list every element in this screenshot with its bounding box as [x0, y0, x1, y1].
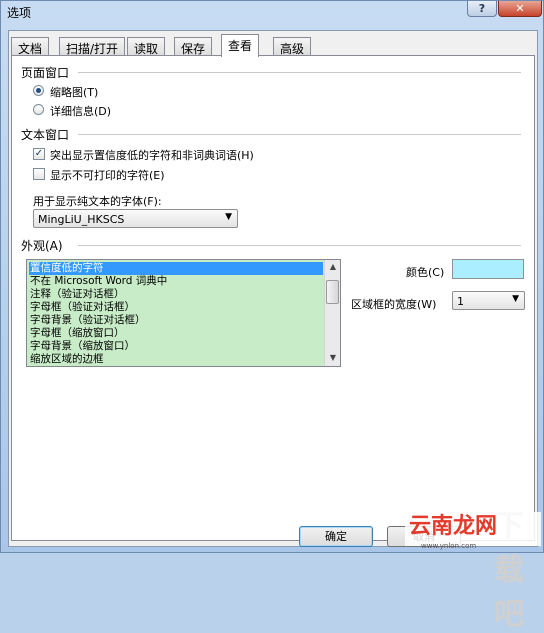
font-label: 用于显示纯文本的字体(F): [33, 195, 162, 208]
dialog-client-area: 文档 扫描/打开 读取 保存 查看 高级 页面窗口 缩略图(T) 详细信息(D)… [8, 30, 538, 632]
show-nonprintable-label[interactable]: 显示不可打印的字符(E) [50, 167, 165, 183]
dialog-title: 选项 [7, 6, 32, 20]
color-swatch-button[interactable] [452, 259, 524, 279]
list-item[interactable]: 字母框（缩放窗口） [29, 327, 323, 340]
help-icon: ? [478, 2, 486, 15]
site-watermark: 云南龙网 [405, 512, 541, 546]
ok-button[interactable]: 确定 [299, 526, 373, 547]
tab-save[interactable]: 保存 [174, 37, 213, 56]
highlight-low-confidence-checkbox[interactable]: ✓ [33, 148, 45, 160]
scroll-down-icon[interactable]: ▼ [326, 351, 340, 365]
border-width-value: 1 [457, 295, 464, 308]
list-item[interactable]: 缩放区域的边框 [29, 353, 323, 366]
border-width-label: 区域框的宽度(W) [351, 298, 437, 311]
list-item[interactable]: 字母框（验证对话框） [29, 301, 323, 314]
highlight-low-confidence-label[interactable]: 突出显示置信度低的字符和非词典词语(H) [50, 147, 254, 163]
site-watermark-url: www.ynlon.com [421, 542, 477, 550]
thumbnail-radio-label[interactable]: 缩略图(T) [50, 84, 98, 100]
close-button[interactable]: ✕ [498, 1, 542, 17]
page-window-divider [78, 72, 521, 73]
color-label: 颜色(C) [406, 266, 445, 279]
list-item[interactable]: 字母背景（缩放窗口） [29, 340, 323, 353]
chevron-down-icon: ▼ [225, 212, 232, 222]
appearance-divider [78, 245, 521, 246]
show-nonprintable-checkbox[interactable] [33, 168, 45, 180]
text-window-divider [78, 134, 521, 135]
page-window-group-label: 页面窗口 [21, 66, 70, 80]
title-bar[interactable]: 选项 ? ✕ [1, 1, 544, 23]
font-dropdown-value: MingLiU_HKSCS [38, 213, 125, 226]
tab-view[interactable]: 查看 [221, 34, 260, 57]
font-dropdown[interactable]: MingLiU_HKSCS ▼ [33, 209, 238, 228]
list-item[interactable]: 注释（验证对话框） [29, 288, 323, 301]
scroll-up-icon[interactable]: ▲ [326, 260, 340, 274]
details-radio-label[interactable]: 详细信息(D) [50, 103, 111, 119]
view-tab-panel: 页面窗口 缩略图(T) 详细信息(D) 文本窗口 ✓ 突出显示置信度低的字符和非… [11, 55, 535, 541]
tab-read[interactable]: 读取 [127, 37, 166, 56]
border-width-dropdown[interactable]: 1 ▼ [452, 291, 525, 310]
close-icon: ✕ [515, 2, 525, 15]
options-dialog: 选项 ? ✕ 文档 扫描/打开 读取 保存 查看 高级 页面窗口 缩略图(T) … [0, 0, 544, 632]
scrollbar-thumb[interactable] [326, 280, 339, 304]
appearance-group-label: 外观(A) [21, 239, 63, 253]
chevron-down-icon: ▼ [512, 294, 519, 304]
list-item[interactable]: 置信度低的字符 [29, 262, 323, 275]
list-item[interactable]: 不在 Microsoft Word 词典中 [29, 275, 323, 288]
help-button[interactable]: ? [467, 1, 497, 17]
details-radio[interactable] [33, 104, 44, 115]
listbox-scrollbar[interactable]: ▲ ▼ [324, 260, 340, 366]
tab-scan-open[interactable]: 扫描/打开 [59, 37, 126, 56]
thumbnail-radio[interactable] [33, 85, 44, 96]
list-item[interactable]: 字母背景（验证对话框） [29, 314, 323, 327]
tab-advanced[interactable]: 高级 [273, 37, 312, 56]
text-window-group-label: 文本窗口 [21, 128, 70, 142]
appearance-listbox[interactable]: 置信度低的字符 不在 Microsoft Word 词典中 注释（验证对话框） … [26, 259, 341, 367]
tab-document[interactable]: 文档 [11, 37, 50, 56]
